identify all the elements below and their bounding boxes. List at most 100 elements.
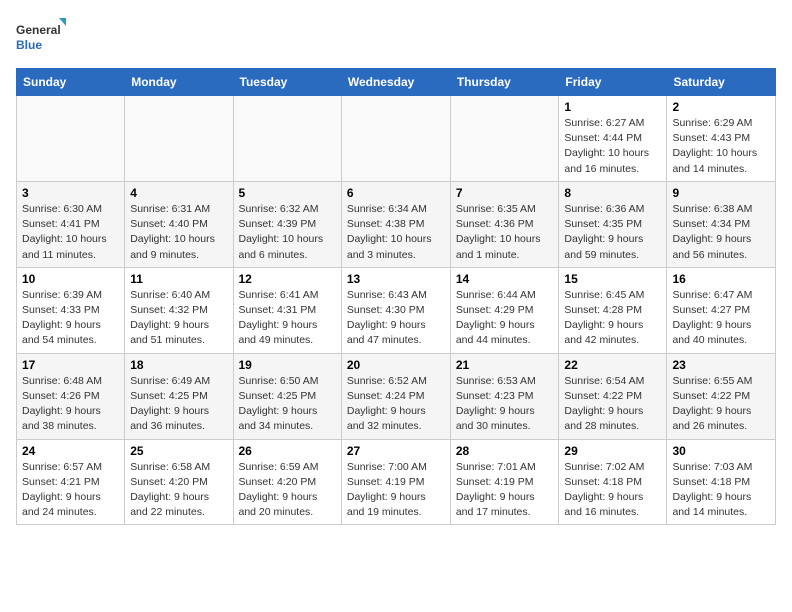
- col-header-thursday: Thursday: [450, 69, 559, 96]
- calendar-cell: 19 Sunrise: 6:50 AM Sunset: 4:25 PM Dayli…: [233, 353, 341, 439]
- day-number: 5: [239, 186, 336, 200]
- calendar-cell: 8 Sunrise: 6:36 AM Sunset: 4:35 PM Daylig…: [559, 181, 667, 267]
- calendar-cell: 22 Sunrise: 6:54 AM Sunset: 4:22 PM Dayli…: [559, 353, 667, 439]
- day-number: 7: [456, 186, 554, 200]
- col-header-wednesday: Wednesday: [341, 69, 450, 96]
- col-header-sunday: Sunday: [17, 69, 125, 96]
- day-number: 16: [672, 272, 770, 286]
- calendar-cell: [125, 96, 233, 182]
- day-number: 9: [672, 186, 770, 200]
- col-header-monday: Monday: [125, 69, 233, 96]
- day-info: Sunrise: 6:31 AM Sunset: 4:40 PM Dayligh…: [130, 202, 227, 263]
- day-number: 29: [564, 444, 661, 458]
- day-info: Sunrise: 6:32 AM Sunset: 4:39 PM Dayligh…: [239, 202, 336, 263]
- calendar-cell: 3 Sunrise: 6:30 AM Sunset: 4:41 PM Daylig…: [17, 181, 125, 267]
- day-number: 30: [672, 444, 770, 458]
- day-number: 27: [347, 444, 445, 458]
- day-info: Sunrise: 7:01 AM Sunset: 4:19 PM Dayligh…: [456, 460, 554, 521]
- calendar-cell: 4 Sunrise: 6:31 AM Sunset: 4:40 PM Daylig…: [125, 181, 233, 267]
- day-info: Sunrise: 7:02 AM Sunset: 4:18 PM Dayligh…: [564, 460, 661, 521]
- day-number: 28: [456, 444, 554, 458]
- day-info: Sunrise: 6:54 AM Sunset: 4:22 PM Dayligh…: [564, 374, 661, 435]
- day-info: Sunrise: 6:36 AM Sunset: 4:35 PM Dayligh…: [564, 202, 661, 263]
- calendar-cell: 17 Sunrise: 6:48 AM Sunset: 4:26 PM Dayli…: [17, 353, 125, 439]
- day-number: 1: [564, 100, 661, 114]
- day-info: Sunrise: 6:40 AM Sunset: 4:32 PM Dayligh…: [130, 288, 227, 349]
- col-header-tuesday: Tuesday: [233, 69, 341, 96]
- calendar-cell: 15Sunrise: 6:45 AM Sunset: 4:28 PM Dayli…: [559, 267, 667, 353]
- day-info: Sunrise: 6:35 AM Sunset: 4:36 PM Dayligh…: [456, 202, 554, 263]
- calendar-cell: [341, 96, 450, 182]
- calendar-cell: 24 Sunrise: 6:57 AM Sunset: 4:21 PM Dayli…: [17, 439, 125, 525]
- day-info: Sunrise: 6:44 AM Sunset: 4:29 PM Dayligh…: [456, 288, 554, 349]
- calendar-cell: 1 Sunrise: 6:27 AM Sunset: 4:44 PM Daylig…: [559, 96, 667, 182]
- calendar-cell: 2Sunrise: 6:29 AM Sunset: 4:43 PM Daylig…: [667, 96, 776, 182]
- calendar-cell: 16Sunrise: 6:47 AM Sunset: 4:27 PM Dayli…: [667, 267, 776, 353]
- calendar-cell: [233, 96, 341, 182]
- day-info: Sunrise: 6:41 AM Sunset: 4:31 PM Dayligh…: [239, 288, 336, 349]
- day-number: 21: [456, 358, 554, 372]
- day-number: 11: [130, 272, 227, 286]
- svg-text:General: General: [16, 23, 61, 37]
- calendar-cell: 9 Sunrise: 6:38 AM Sunset: 4:34 PM Daylig…: [667, 181, 776, 267]
- calendar-cell: 25 Sunrise: 6:58 AM Sunset: 4:20 PM Dayli…: [125, 439, 233, 525]
- calendar-cell: 28 Sunrise: 7:01 AM Sunset: 4:19 PM Dayli…: [450, 439, 559, 525]
- calendar-cell: 10 Sunrise: 6:39 AM Sunset: 4:33 PM Dayli…: [17, 267, 125, 353]
- day-info: Sunrise: 6:57 AM Sunset: 4:21 PM Dayligh…: [22, 460, 119, 521]
- calendar-cell: 11 Sunrise: 6:40 AM Sunset: 4:32 PM Dayli…: [125, 267, 233, 353]
- day-info: Sunrise: 7:03 AM Sunset: 4:18 PM Dayligh…: [672, 460, 770, 521]
- day-info: Sunrise: 6:39 AM Sunset: 4:33 PM Dayligh…: [22, 288, 119, 349]
- calendar-cell: 13 Sunrise: 6:43 AM Sunset: 4:30 PM Dayli…: [341, 267, 450, 353]
- day-info: Sunrise: 6:58 AM Sunset: 4:20 PM Dayligh…: [130, 460, 227, 521]
- day-number: 24: [22, 444, 119, 458]
- day-number: 3: [22, 186, 119, 200]
- day-info: Sunrise: 6:38 AM Sunset: 4:34 PM Dayligh…: [672, 202, 770, 263]
- day-info: Sunrise: 7:00 AM Sunset: 4:19 PM Dayligh…: [347, 460, 445, 521]
- day-info: Sunrise: 6:49 AM Sunset: 4:25 PM Dayligh…: [130, 374, 227, 435]
- calendar: SundayMondayTuesdayWednesdayThursdayFrid…: [16, 68, 776, 525]
- calendar-cell: 5 Sunrise: 6:32 AM Sunset: 4:39 PM Daylig…: [233, 181, 341, 267]
- calendar-cell: 20 Sunrise: 6:52 AM Sunset: 4:24 PM Dayli…: [341, 353, 450, 439]
- day-number: 8: [564, 186, 661, 200]
- day-number: 23: [672, 358, 770, 372]
- logo-svg: General Blue: [16, 16, 66, 56]
- day-number: 12: [239, 272, 336, 286]
- calendar-cell: 30 Sunrise: 7:03 AM Sunset: 4:18 PM Dayli…: [667, 439, 776, 525]
- day-number: 20: [347, 358, 445, 372]
- calendar-cell: [450, 96, 559, 182]
- day-info: Sunrise: 6:29 AM Sunset: 4:43 PM Dayligh…: [672, 116, 770, 177]
- calendar-cell: 23 Sunrise: 6:55 AM Sunset: 4:22 PM Dayli…: [667, 353, 776, 439]
- calendar-cell: 14 Sunrise: 6:44 AM Sunset: 4:29 PM Dayli…: [450, 267, 559, 353]
- day-number: 25: [130, 444, 227, 458]
- day-info: Sunrise: 6:30 AM Sunset: 4:41 PM Dayligh…: [22, 202, 119, 263]
- day-info: Sunrise: 6:34 AM Sunset: 4:38 PM Dayligh…: [347, 202, 445, 263]
- calendar-cell: 18 Sunrise: 6:49 AM Sunset: 4:25 PM Dayli…: [125, 353, 233, 439]
- logo: General Blue: [16, 16, 66, 56]
- day-number: 13: [347, 272, 445, 286]
- day-number: 4: [130, 186, 227, 200]
- day-info: Sunrise: 6:55 AM Sunset: 4:22 PM Dayligh…: [672, 374, 770, 435]
- day-number: 18: [130, 358, 227, 372]
- day-info: Sunrise: 6:48 AM Sunset: 4:26 PM Dayligh…: [22, 374, 119, 435]
- day-info: Sunrise: 6:53 AM Sunset: 4:23 PM Dayligh…: [456, 374, 554, 435]
- day-info: Sunrise: 6:43 AM Sunset: 4:30 PM Dayligh…: [347, 288, 445, 349]
- calendar-cell: 6Sunrise: 6:34 AM Sunset: 4:38 PM Daylig…: [341, 181, 450, 267]
- day-number: 26: [239, 444, 336, 458]
- day-info: Sunrise: 6:27 AM Sunset: 4:44 PM Dayligh…: [564, 116, 661, 177]
- calendar-cell: 12 Sunrise: 6:41 AM Sunset: 4:31 PM Dayli…: [233, 267, 341, 353]
- day-info: Sunrise: 6:59 AM Sunset: 4:20 PM Dayligh…: [239, 460, 336, 521]
- day-info: Sunrise: 6:52 AM Sunset: 4:24 PM Dayligh…: [347, 374, 445, 435]
- day-number: 17: [22, 358, 119, 372]
- calendar-cell: 21 Sunrise: 6:53 AM Sunset: 4:23 PM Dayli…: [450, 353, 559, 439]
- day-number: 22: [564, 358, 661, 372]
- day-number: 10: [22, 272, 119, 286]
- col-header-friday: Friday: [559, 69, 667, 96]
- day-number: 15: [564, 272, 661, 286]
- svg-text:Blue: Blue: [16, 38, 42, 52]
- day-info: Sunrise: 6:50 AM Sunset: 4:25 PM Dayligh…: [239, 374, 336, 435]
- calendar-cell: 27 Sunrise: 7:00 AM Sunset: 4:19 PM Dayli…: [341, 439, 450, 525]
- day-number: 14: [456, 272, 554, 286]
- day-number: 19: [239, 358, 336, 372]
- col-header-saturday: Saturday: [667, 69, 776, 96]
- calendar-cell: 7 Sunrise: 6:35 AM Sunset: 4:36 PM Daylig…: [450, 181, 559, 267]
